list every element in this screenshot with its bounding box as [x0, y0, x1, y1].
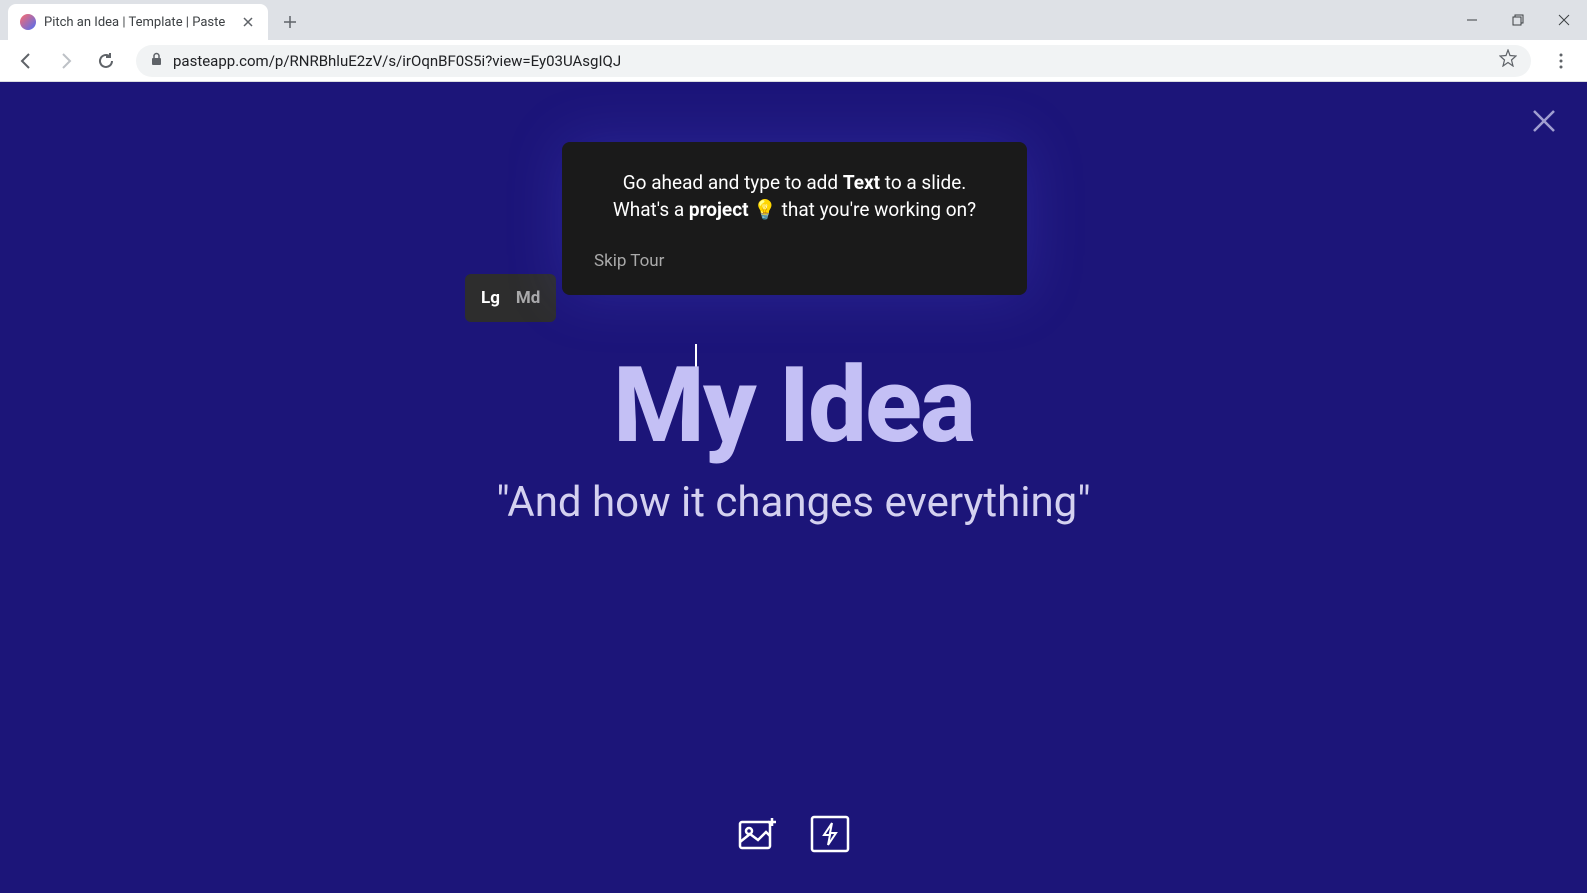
- browser-toolbar: pasteapp.com/p/RNRBhluE2zV/s/irOqnBF0S5i…: [0, 40, 1587, 82]
- bookmark-star-icon[interactable]: [1499, 49, 1517, 72]
- skip-tour-button[interactable]: Skip Tour: [594, 251, 664, 271]
- browser-menu-button[interactable]: [1543, 43, 1579, 79]
- tooltip-bold: Text: [843, 171, 880, 194]
- window-controls: [1449, 0, 1587, 40]
- bottom-action-bar: [738, 815, 850, 857]
- back-button[interactable]: [8, 43, 44, 79]
- slide-title[interactable]: My Idea: [0, 344, 1587, 467]
- close-icon[interactable]: [1531, 108, 1557, 138]
- lightning-action-icon[interactable]: [810, 815, 850, 857]
- maximize-button[interactable]: [1495, 0, 1541, 40]
- tooltip-text-part: What's a: [613, 198, 689, 221]
- address-bar[interactable]: pasteapp.com/p/RNRBhluE2zV/s/irOqnBF0S5i…: [136, 45, 1531, 77]
- browser-tab-strip: Pitch an Idea | Template | Paste: [0, 0, 1587, 40]
- add-image-icon[interactable]: [738, 816, 778, 856]
- text-format-toolbar[interactable]: Lg Md: [465, 274, 556, 322]
- new-tab-button[interactable]: [276, 8, 304, 36]
- tooltip-message: Go ahead and type to add Text to a slide…: [594, 170, 995, 223]
- close-window-button[interactable]: [1541, 0, 1587, 40]
- lightbulb-icon: 💡: [753, 198, 777, 221]
- minimize-button[interactable]: [1449, 0, 1495, 40]
- tooltip-bold: project: [689, 198, 749, 221]
- tooltip-text-part: Go ahead and type to add: [623, 171, 843, 194]
- browser-tab[interactable]: Pitch an Idea | Template | Paste: [8, 4, 268, 40]
- favicon: [20, 14, 36, 30]
- text-size-medium-button[interactable]: Md: [516, 288, 540, 308]
- reload-button[interactable]: [88, 43, 124, 79]
- app-viewport: Lg Md Go ahead and type to add Text to a…: [0, 82, 1587, 893]
- close-tab-icon[interactable]: [240, 14, 256, 30]
- onboarding-tooltip: Go ahead and type to add Text to a slide…: [562, 142, 1027, 295]
- url-text: pasteapp.com/p/RNRBhluE2zV/s/irOqnBF0S5i…: [173, 52, 1489, 70]
- slide-subtitle[interactable]: "And how it changes everything": [0, 478, 1587, 527]
- tab-title: Pitch an Idea | Template | Paste: [44, 15, 232, 30]
- tooltip-text-part: that you're working on?: [777, 198, 976, 221]
- forward-button[interactable]: [48, 43, 84, 79]
- text-size-large-button[interactable]: Lg: [481, 288, 500, 308]
- tooltip-text-part: to a slide.: [880, 171, 966, 194]
- lock-icon: [150, 52, 163, 70]
